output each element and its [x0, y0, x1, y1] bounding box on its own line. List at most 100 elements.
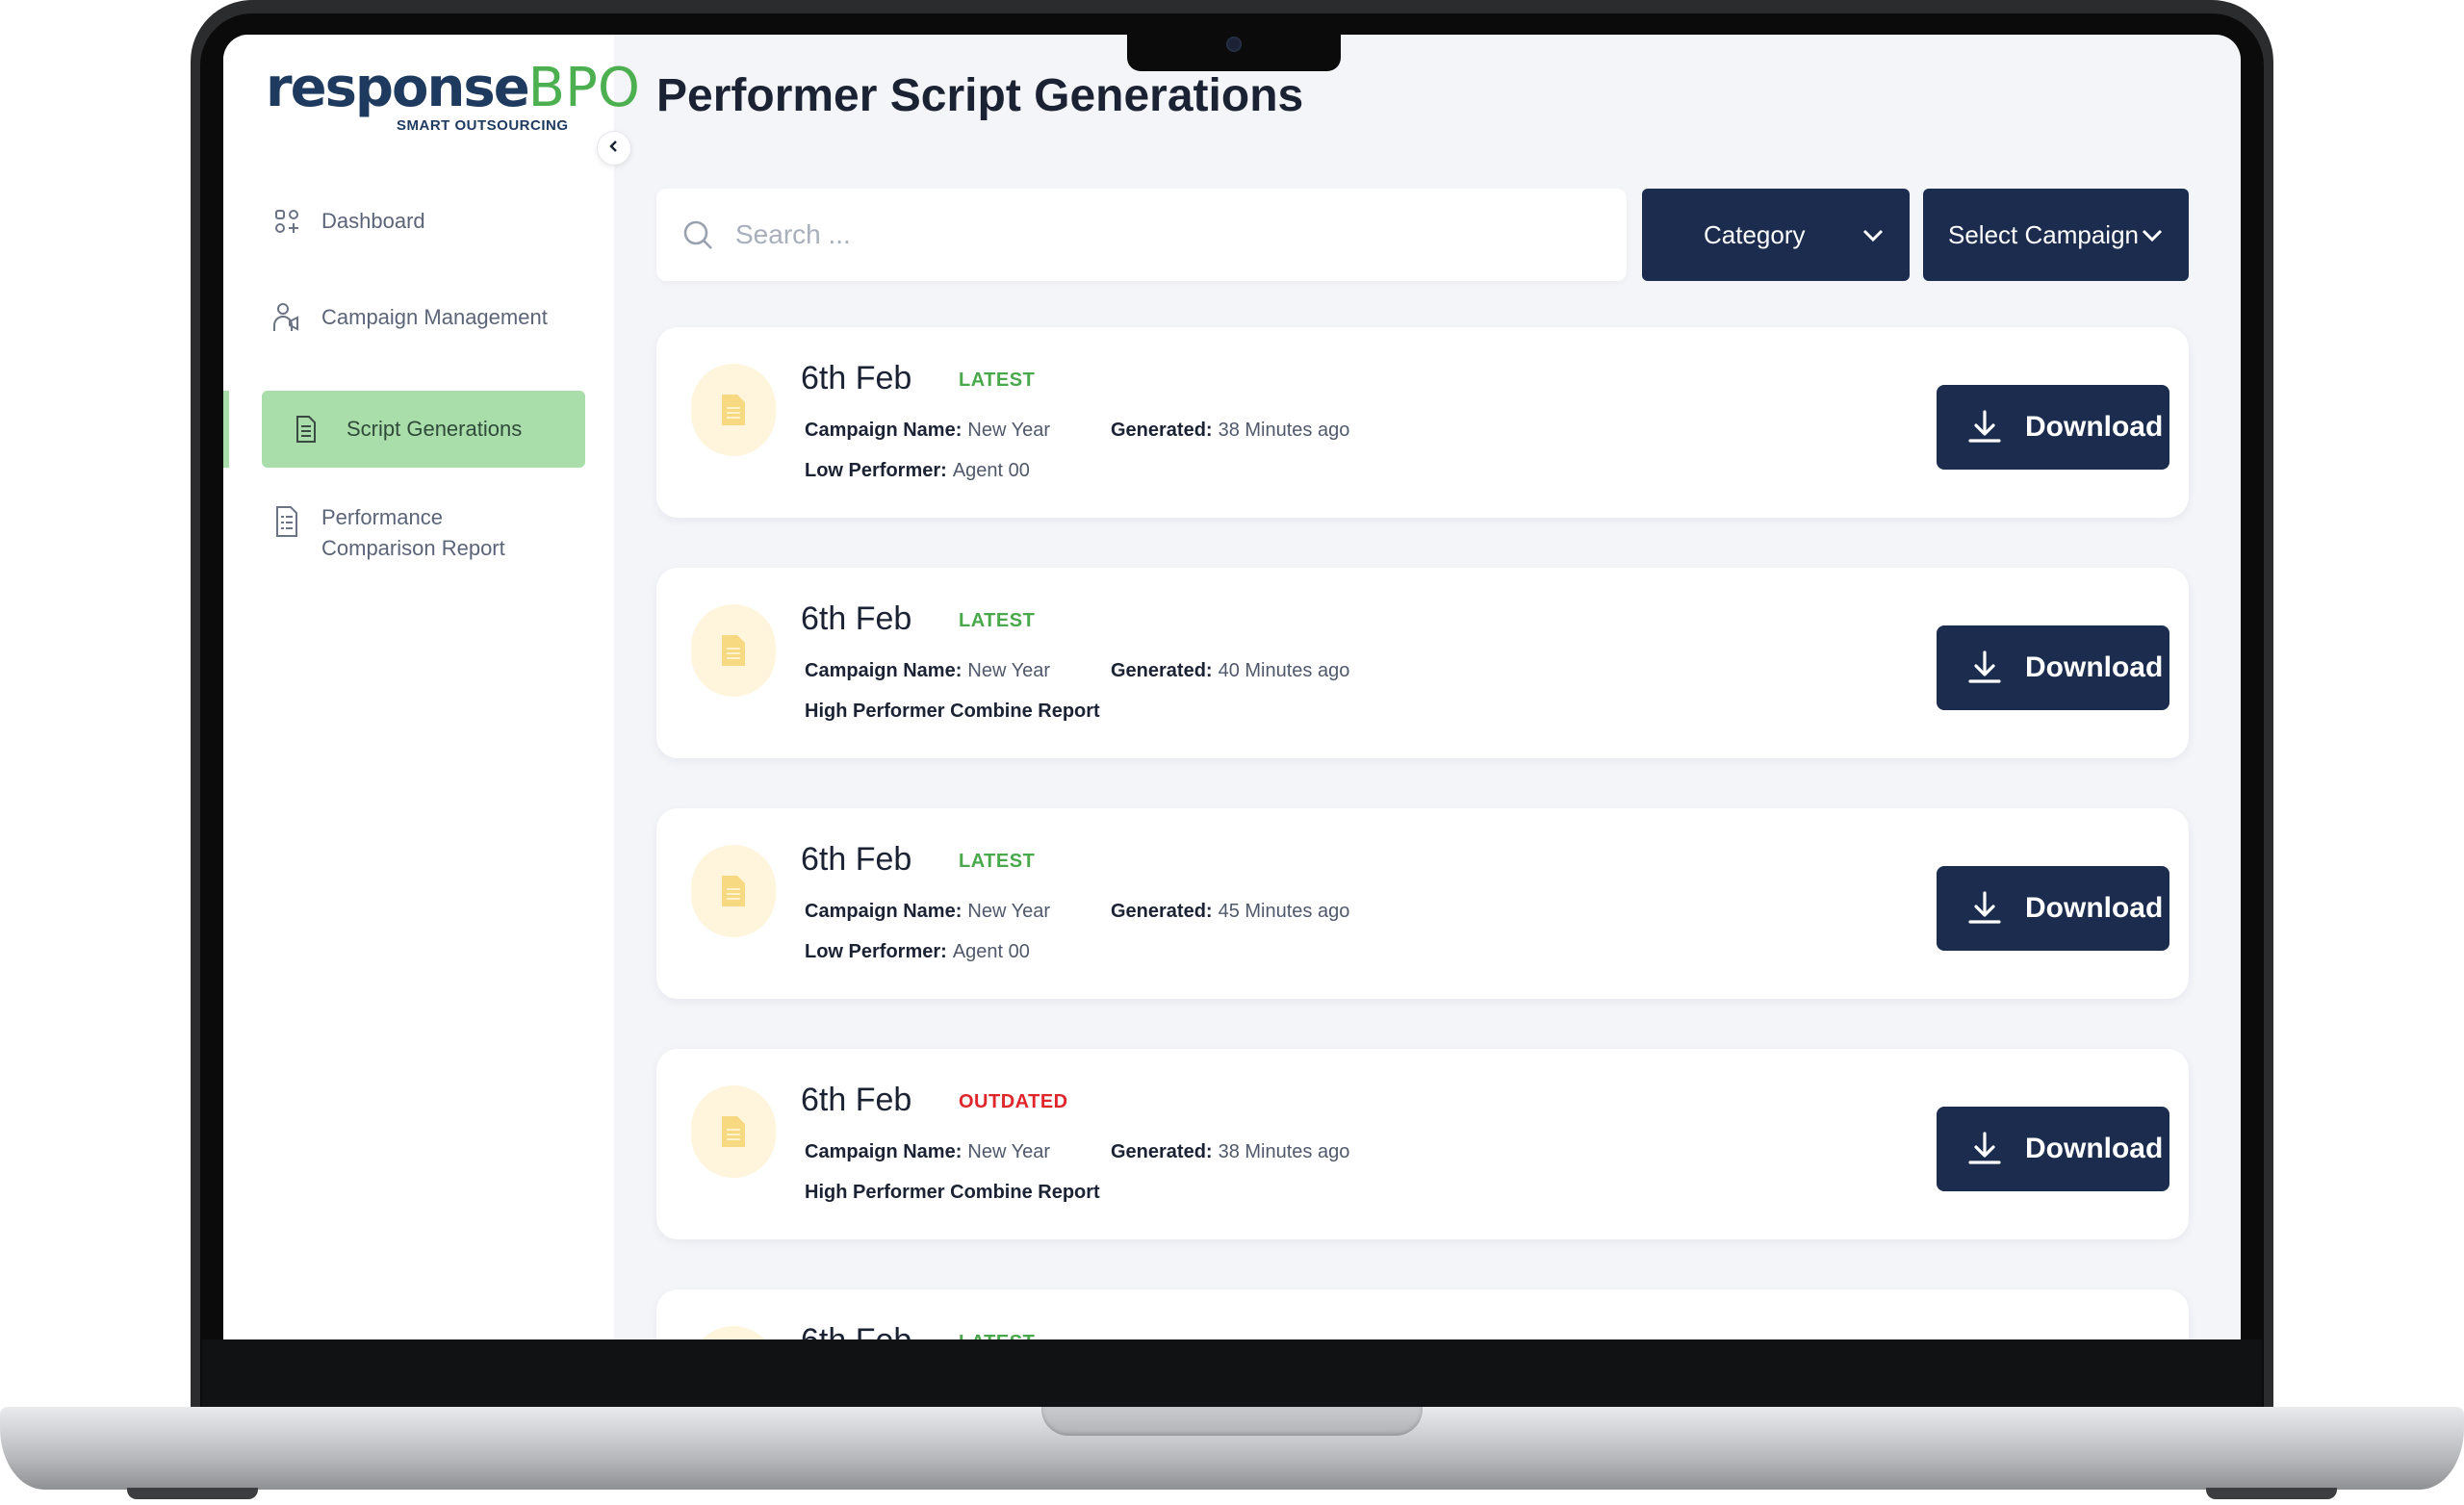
meta-value: 38 Minutes ago: [1218, 420, 1350, 441]
card-date: 6th Feb: [801, 360, 912, 396]
sidebar-item-performance-comparison-report[interactable]: Performance Comparison Report: [271, 502, 505, 564]
meta-key: Campaign Name:: [805, 420, 962, 441]
meta-key: Generated:: [1111, 901, 1213, 922]
card-date: 6th Feb: [801, 1082, 912, 1118]
campaign-name: Campaign Name: New Year: [805, 1141, 1050, 1163]
performer-info: High Performer Combine Report: [805, 1182, 1106, 1204]
download-label: Download: [2025, 892, 2164, 924]
generated-time: Generated: 38 Minutes ago: [1111, 1141, 1349, 1163]
app-screen: responseBPO SMART OUTSOURCING Dashboard: [223, 35, 2241, 1339]
script-card: 6th Feb LATEST Campaign Name: New Year Ge…: [656, 568, 2189, 758]
meta-value: New Year: [967, 1141, 1050, 1162]
file-icon: [691, 1326, 776, 1339]
meta-value: Agent 00: [952, 460, 1030, 481]
download-label: Download: [2025, 651, 2164, 683]
chevron-down-icon: [1862, 229, 1884, 242]
status-badge: OUTDATED: [959, 1091, 1068, 1112]
generated-time: Generated: 45 Minutes ago: [1111, 901, 1349, 923]
campaign-name: Campaign Name: New Year: [805, 660, 1050, 682]
meta-value: 38 Minutes ago: [1218, 1141, 1350, 1162]
search-icon: [683, 220, 712, 249]
file-icon: [691, 845, 776, 937]
download-button[interactable]: Download: [1937, 866, 2169, 951]
status-badge: LATEST: [959, 1332, 1035, 1339]
status-badge: LATEST: [959, 851, 1036, 872]
active-indicator: [223, 391, 229, 468]
logo-text: responseBPO: [266, 57, 640, 119]
laptop-chin: [202, 1339, 2262, 1411]
meta-key: Low Performer:: [805, 941, 947, 962]
laptop-opening-notch: [1041, 1407, 1423, 1436]
campaign-name: Campaign Name: New Year: [805, 420, 1050, 442]
generated-time: Generated: 38 Minutes ago: [1111, 420, 1349, 442]
logo-tagline: SMART OUTSOURCING: [397, 117, 569, 134]
grid-icon: [271, 206, 302, 237]
download-label: Download: [2025, 411, 2164, 443]
download-button[interactable]: Download: [1937, 385, 2169, 470]
file-icon: [691, 1085, 776, 1178]
meta-key: Generated:: [1111, 1141, 1213, 1162]
script-card: 6th Feb OUTDATED Campaign Name: New Year …: [656, 1049, 2189, 1239]
download-icon: [1968, 891, 2001, 924]
download-icon: [1968, 1132, 2001, 1164]
sidebar-item-dashboard[interactable]: Dashboard: [271, 206, 425, 237]
search-input[interactable]: [735, 219, 1582, 250]
label-line-1: Performance: [321, 505, 443, 529]
meta-value: New Year: [967, 660, 1050, 681]
sidebar-item-label: Dashboard: [321, 209, 425, 233]
meta-key: Campaign Name:: [805, 1141, 962, 1162]
file-icon: [691, 604, 776, 697]
file-icon: [691, 364, 776, 456]
meta-key: Generated:: [1111, 420, 1213, 441]
campaign-name: Campaign Name: New Year: [805, 901, 1050, 923]
download-icon: [1968, 410, 2001, 443]
laptop-mockup: responseBPO SMART OUTSOURCING Dashboard: [0, 0, 2464, 1505]
document-icon: [291, 414, 321, 445]
brand-logo[interactable]: responseBPO SMART OUTSOURCING: [266, 57, 640, 137]
performer-info: Low Performer: Agent 00: [805, 941, 1030, 963]
sidebar-item-script-generations[interactable]: Script Generations: [262, 391, 585, 468]
campaign-dropdown[interactable]: Select Campaign: [1923, 189, 2189, 281]
sidebar-item-label: Performance Comparison Report: [321, 502, 505, 564]
meta-key: Generated:: [1111, 660, 1213, 681]
status-badge: LATEST: [959, 610, 1036, 631]
camera-icon: [1226, 37, 1242, 52]
sidebar: responseBPO SMART OUTSOURCING Dashboard: [223, 35, 640, 1339]
meta-key: Low Performer:: [805, 460, 947, 481]
search-bar[interactable]: [656, 189, 1627, 281]
card-date: 6th Feb: [801, 600, 912, 637]
performer-info: Low Performer: Agent 00: [805, 460, 1030, 482]
sidebar-item-label: Script Generations: [346, 417, 523, 441]
meta-key: High Performer Combine Report: [805, 1182, 1100, 1203]
performer-info: High Performer Combine Report: [805, 701, 1106, 723]
status-badge: LATEST: [959, 370, 1036, 391]
camera-notch: [1127, 29, 1341, 71]
script-card: 6th Feb LATEST Campaign Name: New Year Ge…: [656, 808, 2189, 999]
download-button[interactable]: Download: [1937, 1107, 2169, 1191]
sidebar-collapse-button[interactable]: [597, 131, 631, 166]
meta-key: Campaign Name:: [805, 901, 962, 922]
meta-value: 40 Minutes ago: [1218, 660, 1350, 681]
dropdown-label: Category: [1704, 219, 1806, 249]
page-title: Performer Script Generations: [656, 70, 1304, 121]
download-button[interactable]: Download: [1937, 625, 2169, 710]
checklist-icon: [271, 502, 302, 541]
sidebar-item-campaign-management[interactable]: Campaign Management: [271, 302, 548, 333]
user-megaphone-icon: [271, 302, 302, 333]
main-content: Performer Script Generations Category Se…: [614, 35, 2241, 1339]
laptop-foot-left: [127, 1488, 258, 1499]
card-date: 6th Feb: [801, 1322, 911, 1339]
logo-main-text: response: [266, 57, 530, 119]
script-card: 6th Feb LATEST Campaign Name: New Year Ge…: [656, 327, 2189, 518]
category-dropdown[interactable]: Category: [1642, 189, 1910, 281]
chevron-down-icon: [2142, 229, 2163, 242]
sidebar-item-label: Campaign Management: [321, 305, 548, 329]
meta-value: 45 Minutes ago: [1218, 901, 1350, 922]
script-card: 6th Feb LATEST: [656, 1289, 2189, 1339]
laptop-foot-right: [2206, 1488, 2337, 1499]
meta-key: Campaign Name:: [805, 660, 962, 681]
card-date: 6th Feb: [801, 841, 912, 878]
meta-value: New Year: [967, 901, 1050, 922]
generated-time: Generated: 40 Minutes ago: [1111, 660, 1349, 682]
meta-value: Agent 00: [952, 941, 1030, 962]
